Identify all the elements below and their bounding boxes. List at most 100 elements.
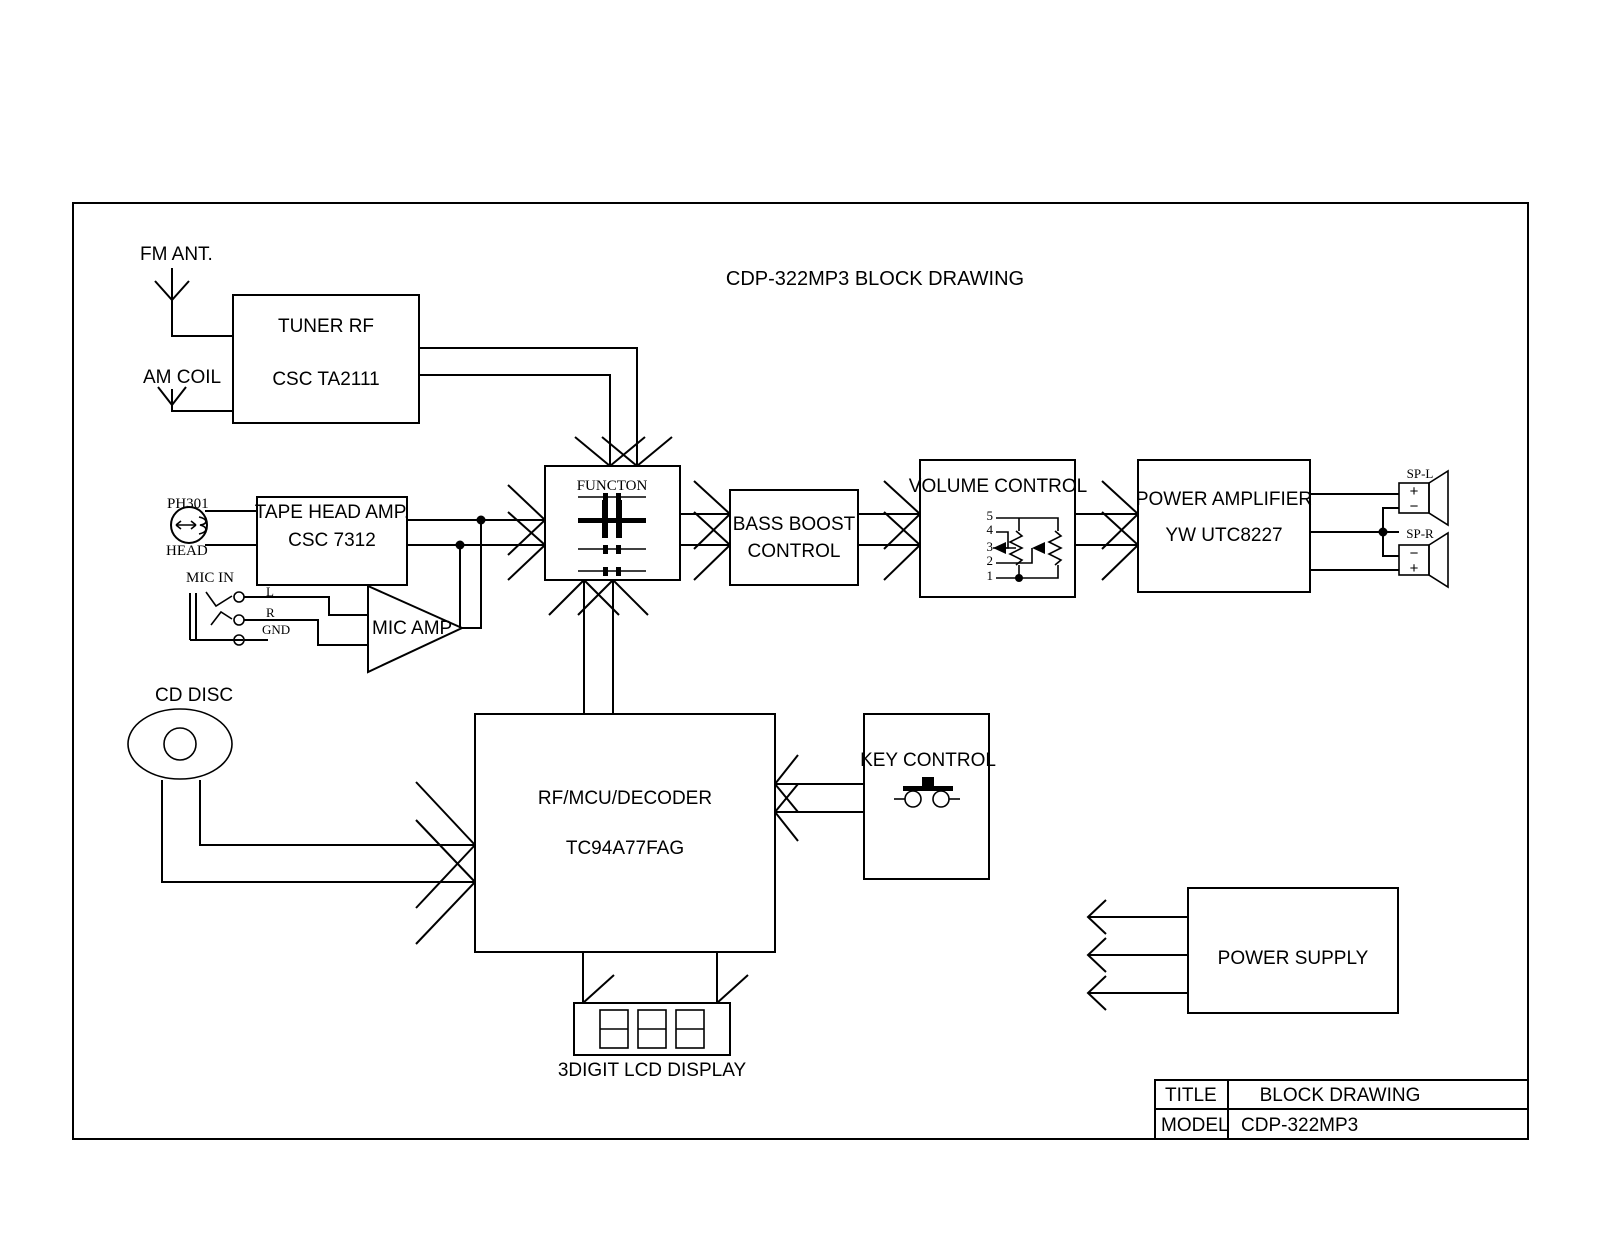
speaker-left: SP-L + − bbox=[1398, 466, 1449, 527]
cd-disc-label: CD DISC bbox=[155, 685, 233, 706]
rf-mcu-decoder-block: RF/MCU/DECODER TC94A77FAG bbox=[474, 713, 776, 953]
wire-tuner-out-2 bbox=[419, 374, 611, 466]
diagram-canvas: CDP-322MP3 BLOCK DRAWING FM ANT. AM COIL… bbox=[72, 202, 1529, 1140]
volume-control-label: VOLUME CONTROL bbox=[909, 476, 1087, 497]
arrowhead-key-2b bbox=[774, 811, 799, 842]
arrowhead-pa-in-1a bbox=[1101, 480, 1139, 515]
fm-ant-label: FM ANT. bbox=[140, 244, 213, 265]
arrowhead-vol-in-1b bbox=[883, 513, 921, 550]
tape-head-amp-block: TAPE HEAD AMP. CSC 7312 bbox=[255, 496, 410, 586]
sp-r-plus: + bbox=[1410, 560, 1419, 577]
arrowhead-fn-in-2a bbox=[507, 511, 546, 546]
cd-disc-ellipse bbox=[127, 708, 233, 780]
arrowhead-fn-top-1b bbox=[609, 436, 646, 467]
arrowhead-vol-in-2b bbox=[883, 544, 921, 581]
tuner-rf-block: TUNER RF CSC TA2111 bbox=[232, 294, 420, 424]
arrowhead-fn-top-2b bbox=[636, 436, 673, 467]
mic-gnd-label: GND bbox=[262, 622, 290, 637]
arrowhead-key-1a bbox=[774, 754, 799, 785]
key-bar bbox=[903, 786, 953, 791]
ph301-label: PH301 bbox=[167, 496, 209, 512]
fn-contact-3b bbox=[616, 545, 621, 554]
arrowhead-fn-top-2a bbox=[601, 436, 638, 467]
vol-ground-dot bbox=[1015, 574, 1023, 582]
arrowhead-vol-in-2a bbox=[883, 511, 921, 546]
lcd-display-label: 3DIGIT LCD DISPLAY bbox=[558, 1060, 747, 1081]
title-block-key-0: TITLE bbox=[1165, 1085, 1217, 1106]
am-coil-label: AM COIL bbox=[143, 367, 221, 388]
arrowhead-fn-top-1a bbox=[574, 436, 611, 467]
arrowhead-bass-in-2a bbox=[693, 511, 731, 546]
power-amplifier-label-2: YW UTC8227 bbox=[1165, 525, 1282, 546]
fn-contact-3a bbox=[603, 545, 608, 554]
tape-head-amp-label-2: CSC 7312 bbox=[288, 530, 376, 551]
arrowhead-pa-in-2b bbox=[1101, 544, 1139, 581]
cd-disc-input: CD DISC bbox=[127, 685, 475, 883]
sp-r-cone bbox=[1428, 531, 1449, 589]
mic-r-label: R bbox=[266, 605, 275, 620]
tape-head-amp-label-1: TAPE HEAD AMP. bbox=[255, 502, 410, 523]
volume-control-block: VOLUME CONTROL 5 4 3 2 1 bbox=[909, 459, 1087, 598]
cd-disc-hole bbox=[163, 727, 197, 761]
arrowhead-bass-in-2b bbox=[693, 544, 731, 581]
arrowhead-pa-in-1b bbox=[1101, 513, 1139, 550]
arrowhead-bass-in-1a bbox=[693, 480, 731, 515]
key-control-box bbox=[863, 713, 990, 880]
block-diagram-page: CDP-322MP3 BLOCK DRAWING FM ANT. AM COIL… bbox=[0, 0, 1600, 1237]
fm-antenna-input: FM ANT. bbox=[140, 244, 233, 337]
lcd-display-block: 3DIGIT LCD DISPLAY bbox=[558, 1002, 747, 1081]
mic-contact-l bbox=[233, 591, 245, 603]
arrowhead-fn-bot-1a bbox=[548, 579, 585, 616]
vol-pin-1: 1 bbox=[987, 568, 994, 583]
wire-mic-mix-1 bbox=[462, 520, 482, 629]
rf-mcu-decoder-label-1: RF/MCU/DECODER bbox=[538, 788, 712, 809]
tuner-rf-label-2: CSC TA2111 bbox=[272, 369, 379, 390]
vol-pin-3: 3 bbox=[987, 539, 994, 554]
fn-contact-4a bbox=[603, 567, 608, 576]
speaker-right: SP-R − + bbox=[1398, 526, 1449, 589]
arrowhead-pa-in-2a bbox=[1101, 511, 1139, 546]
tape-head-ph301: PH301 HEAD bbox=[166, 496, 257, 559]
tuner-rf-label-1: TUNER RF bbox=[278, 316, 374, 337]
arrowhead-cd-1b bbox=[415, 844, 476, 909]
power-supply-label: POWER SUPPLY bbox=[1218, 948, 1369, 969]
bass-boost-box bbox=[729, 489, 859, 586]
bass-boost-label-1: BASS BOOST bbox=[733, 514, 856, 535]
wire-tuner-out-1 bbox=[419, 347, 638, 466]
page-title: CDP-322MP3 BLOCK DRAWING bbox=[726, 268, 1024, 290]
arrowhead-cd-1a bbox=[415, 781, 476, 846]
vol-pin-4: 4 bbox=[987, 522, 994, 537]
function-switch-label: FUNCTON bbox=[577, 478, 648, 494]
mic-amp-block: MIC AMP bbox=[367, 584, 465, 674]
power-supply-block: POWER SUPPLY bbox=[1187, 887, 1399, 1014]
am-coil-input: AM COIL bbox=[143, 367, 233, 412]
sp-l-minus: − bbox=[1410, 498, 1419, 515]
arrowhead-bass-in-1b bbox=[693, 513, 731, 550]
key-control-label: KEY CONTROL bbox=[860, 750, 996, 771]
junction-dot-speakers bbox=[1378, 527, 1388, 537]
title-block: TITLE BLOCK DRAWING MODEL CDP-322MP3 bbox=[1154, 1079, 1529, 1140]
power-amplifier-block: POWER AMPLIFIER YW UTC8227 bbox=[1136, 459, 1312, 593]
title-block-value-1: CDP-322MP3 bbox=[1241, 1115, 1358, 1136]
rf-mcu-decoder-box bbox=[474, 713, 776, 953]
sp-l-label: SP-L bbox=[1407, 466, 1434, 481]
vol-pin-2: 2 bbox=[987, 553, 994, 568]
key-control-block: KEY CONTROL bbox=[860, 713, 996, 880]
rf-mcu-decoder-label-2: TC94A77FAG bbox=[566, 838, 684, 859]
mic-in-label: MIC IN bbox=[186, 570, 234, 586]
vol-pin-5: 5 bbox=[987, 508, 994, 523]
tuner-rf-box bbox=[232, 294, 420, 424]
fn-contact-4b bbox=[616, 567, 621, 576]
arrowhead-fn-in-1a bbox=[507, 484, 546, 521]
title-block-key-1: MODEL bbox=[1161, 1115, 1229, 1136]
key-plunger bbox=[922, 777, 934, 786]
bass-boost-block: BASS BOOST CONTROL bbox=[729, 489, 859, 586]
arrowhead-fn-bot-2b bbox=[612, 579, 649, 616]
power-amplifier-label-1: POWER AMPLIFIER bbox=[1136, 489, 1312, 510]
sp-r-label: SP-R bbox=[1406, 526, 1434, 541]
function-switch-block: FUNCTON bbox=[544, 465, 681, 581]
fn-selected-bar bbox=[578, 518, 646, 523]
arrowhead-cd-2a bbox=[415, 819, 476, 883]
arrowhead-lcd-1 bbox=[582, 974, 615, 1004]
title-block-value-0: BLOCK DRAWING bbox=[1260, 1085, 1421, 1106]
